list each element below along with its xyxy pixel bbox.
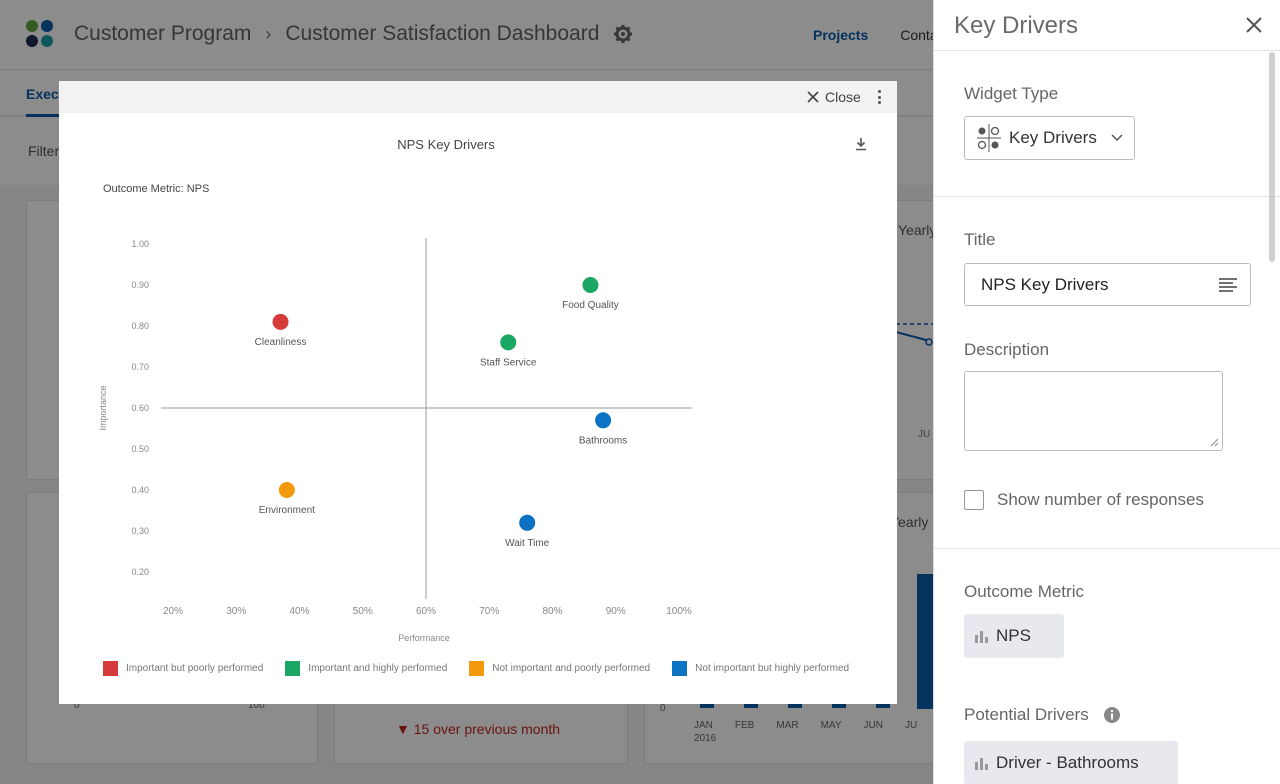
panel-title: Key Drivers: [954, 12, 1079, 39]
legend-swatch: [469, 661, 485, 676]
legend-label: Not important but highly performed: [695, 663, 850, 674]
x-tick-label: 40%: [289, 606, 309, 617]
data-point-label: Cleanliness: [255, 337, 307, 348]
legend-label: Important but poorly performed: [126, 663, 264, 674]
y-tick-label: 0.50: [131, 444, 149, 454]
outcome-metric-chip[interactable]: NPS: [964, 614, 1064, 658]
bar-chart-icon: [975, 631, 988, 643]
show-responses-checkbox[interactable]: [964, 490, 984, 510]
key-drivers-icon: [977, 124, 1001, 152]
widget-type-label: Widget Type: [964, 84, 1059, 103]
x-tick-label: 30%: [226, 606, 246, 617]
legend-label: Important and highly performed: [308, 663, 448, 674]
widget-type-select[interactable]: Key Drivers: [964, 116, 1135, 160]
settings-panel: Key Drivers Widget Type Key Drivers Titl…: [933, 0, 1280, 784]
close-icon[interactable]: [1245, 16, 1263, 34]
legend-swatch: [672, 661, 688, 676]
data-point-label: Wait Time: [505, 538, 550, 549]
chart-modal: Close NPS Key Drivers Outcome Metric: NP…: [59, 81, 897, 704]
driver-value: Driver - Bathrooms: [996, 753, 1139, 772]
x-tick-label: 60%: [416, 606, 436, 617]
y-tick-label: 1.00: [131, 239, 149, 249]
x-tick-label: 20%: [163, 606, 183, 617]
widget-type-value: Key Drivers: [1009, 128, 1097, 147]
legend-swatch: [103, 661, 118, 676]
driver-chip[interactable]: Driver - Bathrooms: [964, 741, 1178, 784]
y-tick-label: 0.80: [131, 321, 149, 331]
data-point: [519, 514, 536, 531]
panel-scrollbar[interactable]: [1269, 52, 1275, 262]
title-value: NPS Key Drivers: [981, 274, 1109, 294]
bar-chart-icon: [975, 758, 988, 770]
outcome-metric-value: NPS: [996, 626, 1031, 645]
data-point-label: Environment: [259, 505, 315, 516]
x-axis-label: Performance: [398, 633, 450, 643]
show-responses-label: Show number of responses: [997, 490, 1204, 509]
legend-swatch: [285, 661, 301, 676]
legend-item[interactable]: Not important and poorly performed: [469, 661, 650, 676]
resize-handle-icon[interactable]: [1209, 437, 1219, 447]
title-field[interactable]: NPS Key Drivers: [964, 263, 1251, 306]
data-point: [595, 412, 612, 429]
legend-item[interactable]: Not important but highly performed: [672, 661, 849, 676]
divider: [934, 548, 1280, 549]
key-drivers-chart: 1.00 0.90 0.80 0.70 0.60 0.50 0.40 0.30 0.20 20% 3…: [98, 238, 692, 643]
y-tick-label: 0.70: [131, 362, 149, 372]
y-axis-label: Importance: [98, 385, 108, 430]
outcome-metric-label: Outcome Metric: [964, 582, 1084, 601]
info-icon[interactable]: [1103, 706, 1121, 724]
data-point: [278, 482, 295, 498]
chevron-down-icon: [1111, 134, 1123, 142]
x-tick-label: 50%: [353, 606, 373, 617]
divider: [934, 196, 1280, 197]
data-point-label: Food Quality: [562, 300, 619, 311]
text-align-icon[interactable]: [1219, 278, 1237, 292]
panel-header: Key Drivers: [934, 0, 1280, 51]
data-point: [582, 277, 599, 293]
title-label: Title: [964, 230, 996, 249]
description-field[interactable]: [964, 371, 1223, 451]
x-tick-label: 80%: [542, 606, 562, 617]
legend-item[interactable]: Important and highly performed: [285, 661, 447, 676]
description-label: Description: [964, 340, 1050, 359]
legend-label: Not important and poorly performed: [492, 663, 651, 674]
data-point: [500, 334, 517, 351]
x-tick-label: 70%: [479, 606, 499, 617]
y-tick-label: 0.60: [131, 403, 149, 413]
potential-drivers-label: Potential Drivers: [964, 705, 1089, 724]
x-tick-label: 90%: [606, 606, 626, 617]
data-point: [272, 313, 289, 330]
y-tick-label: 0.90: [131, 280, 149, 290]
data-point-label: Bathrooms: [579, 435, 627, 446]
y-tick-label: 0.20: [131, 567, 149, 577]
legend-item[interactable]: Important but poorly performed: [103, 661, 263, 676]
chart-legend: Important but poorly performed Important …: [103, 661, 849, 676]
x-tick-label: 100%: [666, 606, 692, 617]
y-tick-label: 0.30: [131, 526, 149, 536]
y-tick-label: 0.40: [131, 485, 149, 495]
data-point-label: Staff Service: [480, 357, 537, 368]
